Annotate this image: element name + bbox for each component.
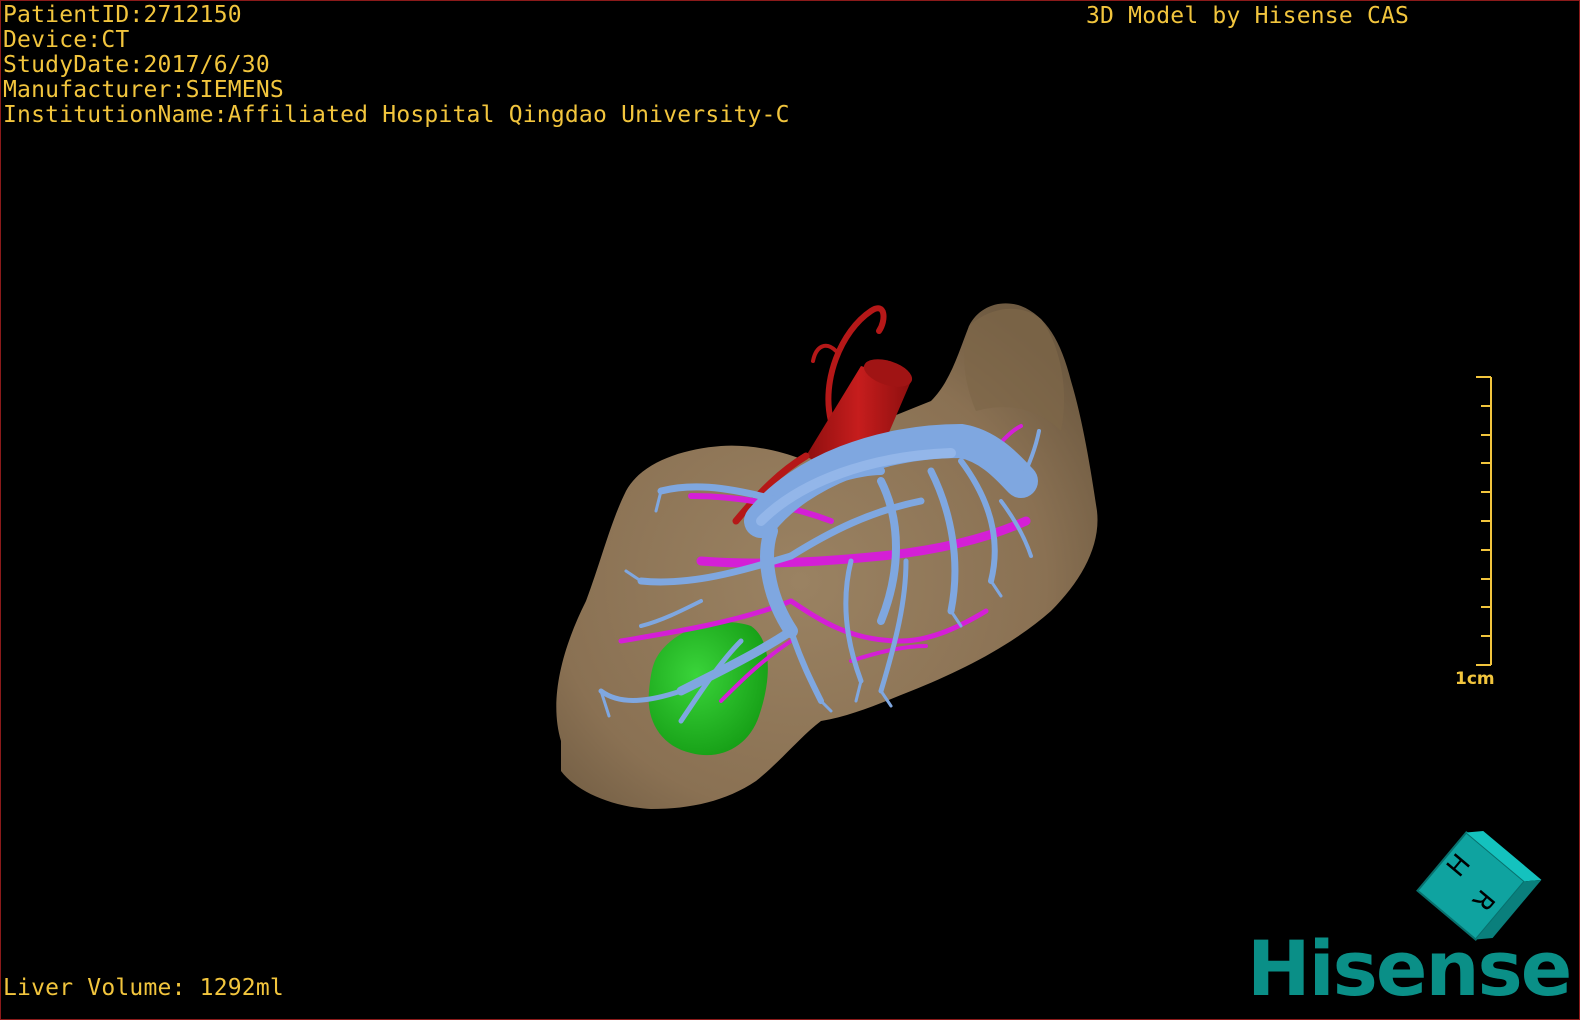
liver-volume: Liver Volume: 1292ml xyxy=(3,975,284,1001)
3d-viewport[interactable]: H R PatientID:2712150 Device:CT StudyDat… xyxy=(0,0,1580,1020)
patient-info-overlay: PatientID:2712150 Device:CT StudyDate:20… xyxy=(3,3,790,128)
device: Device:CT xyxy=(3,27,130,53)
model-credit: 3D Model by Hisense CAS xyxy=(1086,3,1410,29)
patient-id: PatientID:2712150 xyxy=(3,2,242,28)
liver-3d-model[interactable]: H R xyxy=(1,1,1580,1020)
hisense-logo: Hisense xyxy=(1247,924,1572,1013)
scale-bar xyxy=(1476,376,1492,666)
hepatic-artery-branch xyxy=(811,343,838,363)
institution-name: InstitutionName:Affiliated Hospital Qing… xyxy=(3,102,790,128)
study-date: StudyDate:2017/6/30 xyxy=(3,52,270,78)
scale-bar-label: 1cm xyxy=(1455,669,1495,689)
manufacturer: Manufacturer:SIEMENS xyxy=(3,77,284,103)
